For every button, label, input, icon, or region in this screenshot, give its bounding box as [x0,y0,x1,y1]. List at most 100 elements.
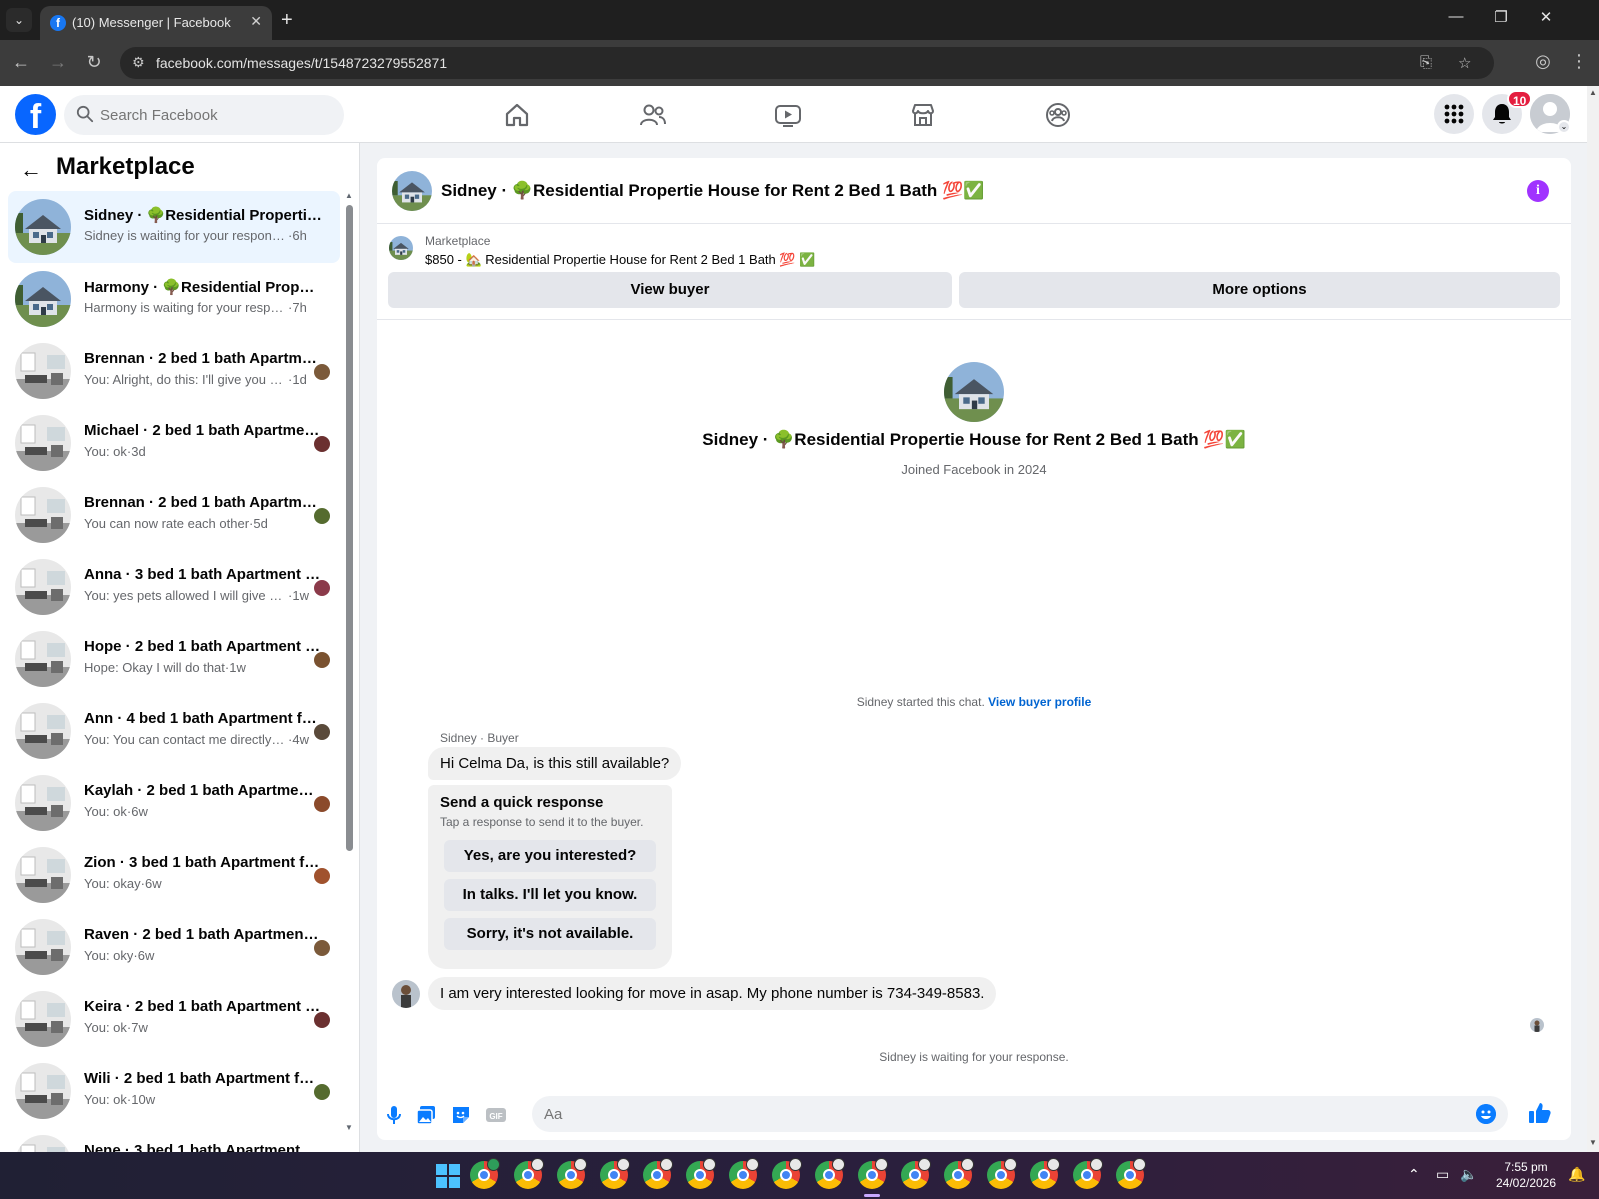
nav-friends[interactable] [597,94,709,136]
bookmark-star-icon[interactable]: ☆ [1458,54,1471,72]
conversation-row[interactable]: Raven · 2 bed 1 bath Apartment for Rent Y… [8,911,340,983]
scrollbar-thumb[interactable] [346,205,353,851]
chat-title[interactable]: Sidney · 🌳Residential Propertie House fo… [441,181,984,201]
microphone-icon[interactable] [383,1104,405,1126]
view-buyer-profile-link[interactable]: View buyer profile [988,695,1091,709]
back-arrow-icon[interactable]: ← [20,157,42,183]
conversation-row[interactable]: Sidney · 🌳Residential Propertie House fo… [8,191,340,263]
chat-avatar[interactable] [392,171,432,211]
quick-response-yes-button[interactable]: Yes, are you interested? [444,840,656,872]
thumbs-up-icon[interactable] [1528,1101,1552,1125]
conversation-row[interactable]: Hope · 2 bed 1 bath Apartment for Rent Ho… [8,623,340,695]
menu-grid-button[interactable] [1434,94,1474,134]
windows-start-icon[interactable] [436,1164,460,1188]
browser-menu-icon[interactable]: ⋮ [1567,51,1591,72]
browser-tab-active[interactable]: f (10) Messenger | Facebook ✕ [40,6,272,40]
view-buyer-button[interactable]: View buyer [388,272,952,308]
video-icon [775,105,801,127]
conversation-preview: You: ok [84,444,127,459]
notification-bell-icon[interactable]: 🔔 [1568,1166,1585,1183]
nav-home[interactable] [461,94,573,136]
account-chevron-icon[interactable]: ⌄ [1557,120,1571,134]
reload-icon[interactable]: ↻ [82,52,106,73]
conversation-row[interactable]: Nene · 3 bed 1 bath Apartment for Rent [8,1127,340,1152]
quick-response-in-talks-button[interactable]: In talks. I'll let you know. [444,879,656,911]
nav-marketplace[interactable] [867,94,979,136]
apartment-photo-icon [15,991,71,1047]
scroll-down-arrow-icon[interactable]: ▼ [345,1123,353,1132]
conversation-row[interactable]: Zion · 3 bed 1 bath Apartment for Rent Yo… [8,839,340,911]
conversation-avatar [15,271,71,327]
house-photo-icon [389,236,413,260]
house-photo-icon [944,362,1004,422]
new-tab-plus-icon[interactable]: + [281,8,293,32]
clock-time: 7:55 pm [1504,1160,1548,1174]
message-bubble[interactable]: Hi Celma Da, is this still available? [428,747,682,780]
close-window-icon[interactable]: ✕ [1531,8,1561,26]
conversation-row[interactable]: Harmony · 🌳Residential Propertie House f… [8,263,340,335]
sticker-icon[interactable] [450,1104,472,1126]
nav-groups[interactable] [1002,94,1114,136]
conversation-row[interactable]: Anna · 3 bed 1 bath Apartment for Rent Yo… [8,551,340,623]
listing-title[interactable]: $850 - 🏡 Residential Propertie House for… [425,252,815,268]
chat-list-scrollbar[interactable]: ▲ ▼ [345,191,353,1151]
conversation-preview: Harmony is waiting for your response. [84,300,288,315]
restore-window-icon[interactable]: ❐ [1486,8,1516,26]
emoji-icon[interactable] [1476,1104,1496,1124]
page-scrollbar[interactable]: ▲ ▼ [1587,86,1599,1152]
volume-icon[interactable]: 🔈 [1460,1166,1477,1183]
message-input-box[interactable] [532,1096,1508,1132]
scroll-up-arrow-icon[interactable]: ▲ [345,191,353,200]
seen-avatar [314,796,330,812]
conversation-row[interactable]: Brennan · 2 bed 1 bath Apartment for Ren… [8,335,340,407]
sender-avatar[interactable] [392,980,420,1008]
system-clock[interactable]: 7:55 pm 24/02/2026 [1490,1159,1562,1191]
message-input[interactable] [544,1096,1444,1132]
tab-search-dropdown[interactable]: ⌄ [6,8,32,32]
facebook-logo-icon[interactable]: f [15,94,56,136]
message-bubble[interactable]: I am very interested looking for move in… [428,977,997,1010]
page-scroll-down-icon[interactable]: ▼ [1589,1138,1597,1147]
conversation-preview: You: oky [84,948,134,963]
address-bar[interactable]: ⚙ facebook.com/messages/t/15487232795528… [120,47,1494,79]
conversation-avatar [15,1063,71,1119]
conversation-row[interactable]: Ann · 4 bed 1 bath Apartment for Rent You… [8,695,340,767]
search-box[interactable] [64,95,344,135]
gif-icon[interactable]: GIF [485,1104,507,1126]
back-arrow-icon[interactable]: ← [9,52,33,73]
more-options-button[interactable]: More options [959,272,1560,308]
seen-avatar [314,364,330,380]
house-photo-icon [15,271,71,327]
photo-icon[interactable] [415,1104,437,1126]
nav-video[interactable] [732,94,844,136]
info-icon[interactable]: i [1527,180,1549,202]
seen-avatar [314,724,330,740]
conversation-name: Brennan · 2 bed 1 bath Apartment for Ren… [84,350,322,367]
chat-window: Sidney · 🌳Residential Propertie House fo… [377,158,1571,1140]
minimize-window-icon[interactable]: — [1441,8,1471,25]
conversation-row[interactable]: Brennan · 2 bed 1 bath Apartment for Ren… [8,479,340,551]
intro-avatar[interactable] [944,362,1004,422]
conversation-row[interactable]: Wili · 2 bed 1 bath Apartment for Rent Yo… [8,1055,340,1127]
install-app-icon[interactable]: ⎘ [1420,54,1432,71]
profile-icon[interactable]: ◎ [1531,51,1555,72]
bell-icon [1493,104,1511,124]
site-settings-icon[interactable]: ⚙ [132,54,145,71]
conversation-time: 3d [131,444,146,459]
tray-chevron-icon[interactable]: ⌃ [1408,1166,1420,1183]
message-composer: GIF [377,1088,1571,1140]
quick-response-sorry-button[interactable]: Sorry, it's not available. [444,918,656,950]
svg-text:GIF: GIF [489,1112,502,1121]
conversation-row[interactable]: Kaylah · 2 bed 1 bath Apartment for Rent… [8,767,340,839]
conversation-preview-line: You: yes pets allowed I will give you · … [84,588,324,603]
conversation-name: Hope · 2 bed 1 bath Apartment for Rent [84,638,322,655]
tab-close-icon[interactable]: ✕ [250,13,262,30]
profile-mini-badge [531,1158,544,1171]
network-icon[interactable]: ▭ [1436,1166,1449,1183]
listing-thumbnail[interactable] [389,236,413,260]
conversation-row[interactable]: Michael · 2 bed 1 bath Apartment for Ren… [8,407,340,479]
forward-arrow-icon[interactable]: → [46,52,70,73]
page-scroll-up-icon[interactable]: ▲ [1589,88,1597,97]
search-input[interactable] [100,95,330,135]
conversation-row[interactable]: Keira · 2 bed 1 bath Apartment for Rent Y… [8,983,340,1055]
